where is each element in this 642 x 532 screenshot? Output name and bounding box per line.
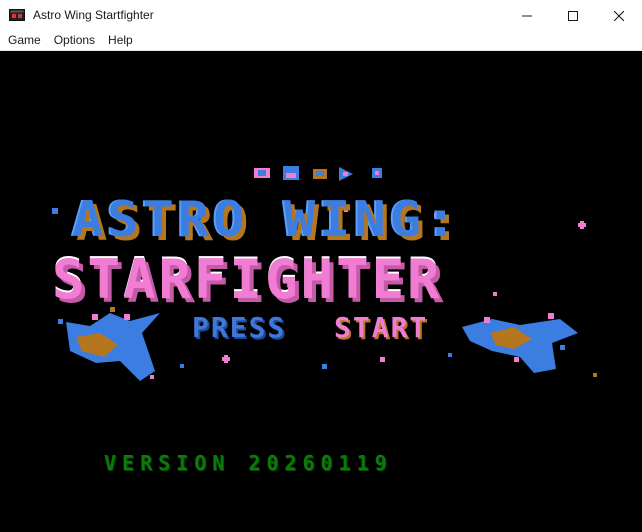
press-label: PRESS [192,311,287,344]
window-title: Astro Wing Startfighter [33,8,154,22]
title-line-astro-wing: ASTRO WING: [72,191,461,249]
menu-options[interactable]: Options [48,31,102,50]
menu-help[interactable]: Help [102,31,140,50]
left-ship-sprite [58,307,160,381]
start-label: START [334,311,429,344]
right-ship-sprite [462,313,578,373]
menu-bar: Game Options Help [0,31,642,51]
enemy-sprites-row [254,166,382,181]
close-icon [614,10,624,21]
menu-game[interactable]: Game [0,31,48,50]
maximize-icon [568,10,578,21]
maximize-button[interactable] [550,0,596,31]
minimize-icon [522,15,532,16]
version-label: VERSION 20260119 [104,451,393,475]
title-line-starfighter: STARFIGHTER [52,248,443,311]
game-screen[interactable]: ASTRO WING: STARFIGHTER PRESS START VERS… [0,51,642,532]
app-window: Astro Wing Startfighter Game Options Hel… [0,0,642,532]
minimize-button[interactable] [504,0,550,31]
app-window-icon [9,9,25,21]
close-button[interactable] [596,0,642,31]
title-bar[interactable]: Astro Wing Startfighter [0,0,642,31]
